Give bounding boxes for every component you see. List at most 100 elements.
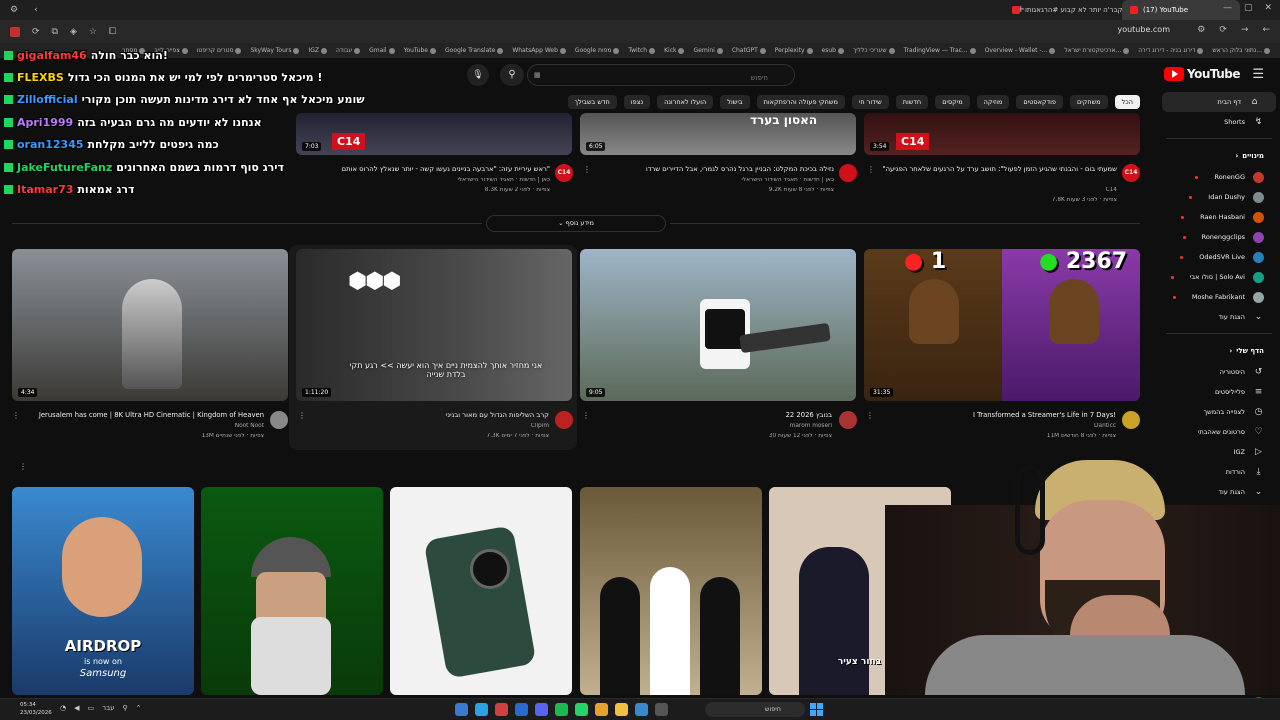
hamburger-menu-icon[interactable]: ☰ [1252,67,1264,82]
filter-chip[interactable]: משחקים [1069,95,1108,109]
back-nav-icon[interactable]: ← [1262,25,1270,35]
filter-chip[interactable]: מוזיקה [976,95,1010,109]
filter-chip[interactable]: חדשות [895,95,929,109]
app-icon[interactable] [495,703,508,716]
more-options-icon[interactable]: ⋮ [12,411,20,420]
filter-chip[interactable]: משחקי פעולה והרפתקאות [756,95,845,109]
filter-chip[interactable]: חדש בשבילך [567,95,617,109]
back-icon[interactable]: ⟳ [1219,25,1227,35]
video-thumbnail[interactable]: 4:34 [12,249,288,401]
video-thumbnail[interactable]: 9:05 [580,249,856,401]
channel-avatar[interactable] [839,164,857,182]
url-field[interactable]: youtube.com [1117,25,1170,34]
sidebar-item[interactable]: לצפייה בהמשך ◷ [1158,402,1280,422]
sidebar-item[interactable]: סולו אבי | Solo Avi [1158,267,1280,287]
channel-avatar[interactable] [555,411,573,429]
bookmark-item[interactable]: Kick [664,47,685,54]
extension-icon[interactable] [10,26,20,37]
forward-icon[interactable]: → [1241,25,1249,35]
bookmark-item[interactable]: Google Translate [445,47,504,54]
app-icon[interactable] [655,703,668,716]
extension-2-icon[interactable]: ◈ [70,27,77,37]
discord-app-icon[interactable] [535,703,548,716]
channel-name[interactable]: כאן | חדשות · תאגיד השידור הישראלי [590,177,835,183]
sidebar-item[interactable]: Raen Hasbani [1158,207,1280,227]
tab-2[interactable]: הקבר'ה יותר לא קבוע #הרגאגותו [1004,0,1122,20]
shorts-options-icon[interactable]: ⋮ [19,462,27,471]
channel-avatar[interactable] [1122,411,1140,429]
whatsapp-app-icon[interactable] [575,703,588,716]
channel-avatar[interactable] [270,411,288,429]
filter-chip[interactable]: שידור חי [851,95,889,109]
clock[interactable]: 05:34 23/03/2026 [20,701,52,717]
maximize-icon[interactable]: ▢ [1244,3,1253,13]
video-title[interactable]: נזילה בכיכת המקלט: הבניין ברגל נהרס לגמר… [590,165,834,173]
channel-avatar[interactable]: C14 [1122,164,1140,182]
sidebar-item[interactable]: הצגת עוד ⌄ [1158,307,1280,327]
short-thumbnail[interactable]: AIRDROP is now on Samsung [12,487,194,695]
filter-chip[interactable]: נצפו [623,95,651,109]
bookmark-item[interactable]: Gmail [369,47,395,54]
channel-name[interactable]: marom moseri [588,423,832,429]
subscriptions-header[interactable]: › מינויים [1158,145,1280,167]
channel-name[interactable]: Danticc [872,423,1116,429]
sidebar-item[interactable]: Shorts ↯ [1158,112,1280,132]
bookmark-item[interactable]: ChatGPT [732,47,766,54]
sidebar-item[interactable]: היסטוריה ↺ [1158,362,1280,382]
short-thumbnail[interactable] [390,487,572,695]
reload-icon[interactable]: ⟳ [32,27,40,37]
filter-chip[interactable]: מיקסים [935,95,970,109]
sidebar-item[interactable]: OdedSVR Live [1158,247,1280,267]
search-button[interactable]: ⚲ [500,64,524,86]
notepad-app-icon[interactable] [515,703,528,716]
menu-icon[interactable]: ⚙ [10,5,18,15]
more-options-icon[interactable]: ⋮ [866,411,874,420]
settings-icon[interactable]: ⚙ [1197,25,1205,35]
youtube-logo[interactable]: YouTube [1163,67,1241,81]
filter-chip[interactable]: הכל [1114,95,1140,109]
language-indicator[interactable]: עבר [102,704,114,712]
bookmark-item[interactable]: Google מפות [575,47,620,54]
sidebar-item[interactable]: פלייליסטים ≡ [1158,382,1280,402]
bookmark-item[interactable]: שעריכי כלליך [853,47,895,54]
channel-name[interactable]: C14 [874,187,1117,193]
search-input[interactable] [528,68,768,88]
screenshot-icon[interactable]: ⧉ [52,27,58,37]
mic-icon[interactable]: ⚲ [123,704,128,712]
volume-icon[interactable]: ◀ [74,704,79,712]
telegram-app-icon[interactable] [475,703,488,716]
channel-name[interactable]: Noot Noot [20,423,264,429]
video-title[interactable]: "שמעתי בום - והבנתי שהגיע הזמן לפעול": ת… [874,165,1117,173]
windows-start-icon[interactable] [810,703,823,716]
video-title[interactable]: 22 בנובץ 2026 [588,411,832,419]
chrome-app-icon[interactable] [595,703,608,716]
bookmark-item[interactable]: Gemini [693,47,723,54]
bookmark-item[interactable]: ארכיטקטורת ישראל... [1064,47,1130,54]
bookmark-item[interactable]: WhatsApp Web [512,47,566,54]
you-header[interactable]: › הדף שלי [1158,340,1280,362]
video-thumbnail[interactable]: ● 1 ● 2367 31:35 [864,249,1140,401]
short-thumbnail[interactable] [201,487,383,695]
bookmark-item[interactable]: נתוני בלוק הראש... [1212,47,1270,54]
sidebar-item[interactable]: דף הבית ⌂ [1162,92,1276,112]
back-icon[interactable]: ‹ [34,5,38,15]
settings-app-icon[interactable] [455,703,468,716]
bookmark-item[interactable]: Overview - Wallet -... [985,47,1056,54]
spotify-app-icon[interactable] [555,703,568,716]
sidebar-item[interactable]: סרטונים שאהבתי ♡ [1158,422,1280,442]
short-thumbnail[interactable] [580,487,762,695]
filter-chip[interactable]: פודקאסטים [1016,95,1063,109]
share-icon[interactable]: ⧠ [109,27,116,37]
keyboard-icon[interactable]: ▦ [534,71,541,79]
channel-avatar[interactable]: C14 [555,164,573,182]
bookmark-item[interactable]: esub [822,47,844,54]
sidebar-item[interactable]: Ronenggclips [1158,227,1280,247]
more-options-icon[interactable]: ⋮ [582,411,590,420]
video-thumbnail[interactable]: ⬢⬢⬢ אני מחזיר אותך להצמית ניים איך הוא י… [296,249,572,401]
star-icon[interactable]: ☆ [89,27,97,37]
channel-name[interactable]: Clipim [304,423,549,429]
video-thumbnail[interactable]: C14 3:54 [864,113,1140,155]
voice-search-icon[interactable]: 🎙 [467,64,489,86]
sidebar-item[interactable]: Idan Dushy [1158,187,1280,207]
taskbar-search[interactable]: חיפוש [705,702,805,717]
